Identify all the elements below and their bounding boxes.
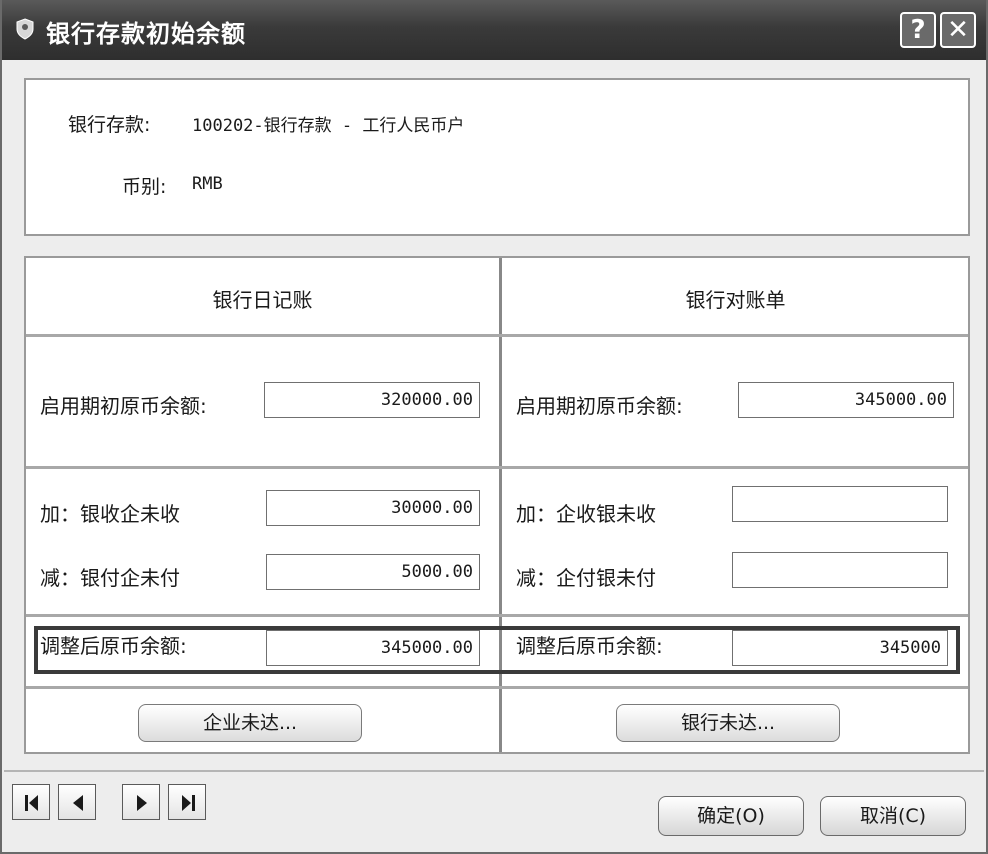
window-title: 银行存款初始余额 xyxy=(46,19,246,48)
right-sub-field[interactable] xyxy=(732,552,948,588)
balance-grid: 银行日记账 银行对账单 启用期初原币余额: 320000.00 启用期初原币余额… xyxy=(24,256,970,754)
last-record-button[interactable] xyxy=(168,784,206,820)
help-button[interactable]: ? xyxy=(900,12,936,48)
footer-separator xyxy=(4,770,984,772)
row-divider xyxy=(26,686,968,689)
row-divider xyxy=(26,334,968,337)
left-sub-field[interactable]: 5000.00 xyxy=(266,554,480,590)
bank-account-value: 100202-银行存款 - 工行人民币户 xyxy=(192,116,465,136)
cancel-button[interactable]: 取消(C) xyxy=(820,796,966,836)
next-record-button[interactable] xyxy=(122,784,160,820)
column-divider xyxy=(499,258,502,752)
left-opening-balance-field[interactable]: 320000.00 xyxy=(264,382,480,418)
account-info-panel: 银行存款: 100202-银行存款 - 工行人民币户 币别: RMB xyxy=(24,78,970,236)
ok-button[interactable]: 确定(O) xyxy=(658,796,804,836)
left-add-field[interactable]: 30000.00 xyxy=(266,490,480,526)
bank-journal-header: 银行日记账 xyxy=(212,288,313,312)
dialog-window: 银行存款初始余额 ? ✕ 银行存款: 100202-银行存款 - 工行人民币户 … xyxy=(0,0,988,854)
left-add-label: 加：银收企未收 xyxy=(40,502,180,526)
title-bar[interactable]: 银行存款初始余额 ? ✕ xyxy=(2,0,986,60)
right-sub-label: 减：企付银未付 xyxy=(516,566,656,590)
right-add-field[interactable] xyxy=(732,486,948,522)
bank-account-label: 银行存款: xyxy=(68,114,151,136)
close-button[interactable]: ✕ xyxy=(940,12,976,48)
currency-value: RMB xyxy=(192,174,223,194)
bank-statement-header: 银行对账单 xyxy=(685,288,786,312)
right-adjusted-field[interactable]: 345000 xyxy=(732,630,948,666)
bank-outstanding-button[interactable]: 银行未达... xyxy=(616,704,840,742)
left-adjusted-field[interactable]: 345000.00 xyxy=(266,630,480,666)
currency-label: 币别: xyxy=(122,176,167,198)
first-record-button[interactable] xyxy=(12,784,50,820)
previous-record-button[interactable] xyxy=(58,784,96,820)
row-divider xyxy=(26,614,968,617)
left-sub-label: 减：银付企未付 xyxy=(40,566,180,590)
row-divider xyxy=(26,466,968,469)
right-adjusted-label: 调整后原币余额: xyxy=(516,634,663,658)
right-opening-balance-field[interactable]: 345000.00 xyxy=(738,382,954,418)
app-shield-icon xyxy=(16,18,34,40)
right-add-label: 加：企收银未收 xyxy=(516,502,656,526)
left-adjusted-label: 调整后原币余额: xyxy=(40,634,187,658)
left-opening-label: 启用期初原币余额: xyxy=(40,394,207,418)
right-opening-label: 启用期初原币余额: xyxy=(516,394,683,418)
enterprise-outstanding-button[interactable]: 企业未达... xyxy=(138,704,362,742)
